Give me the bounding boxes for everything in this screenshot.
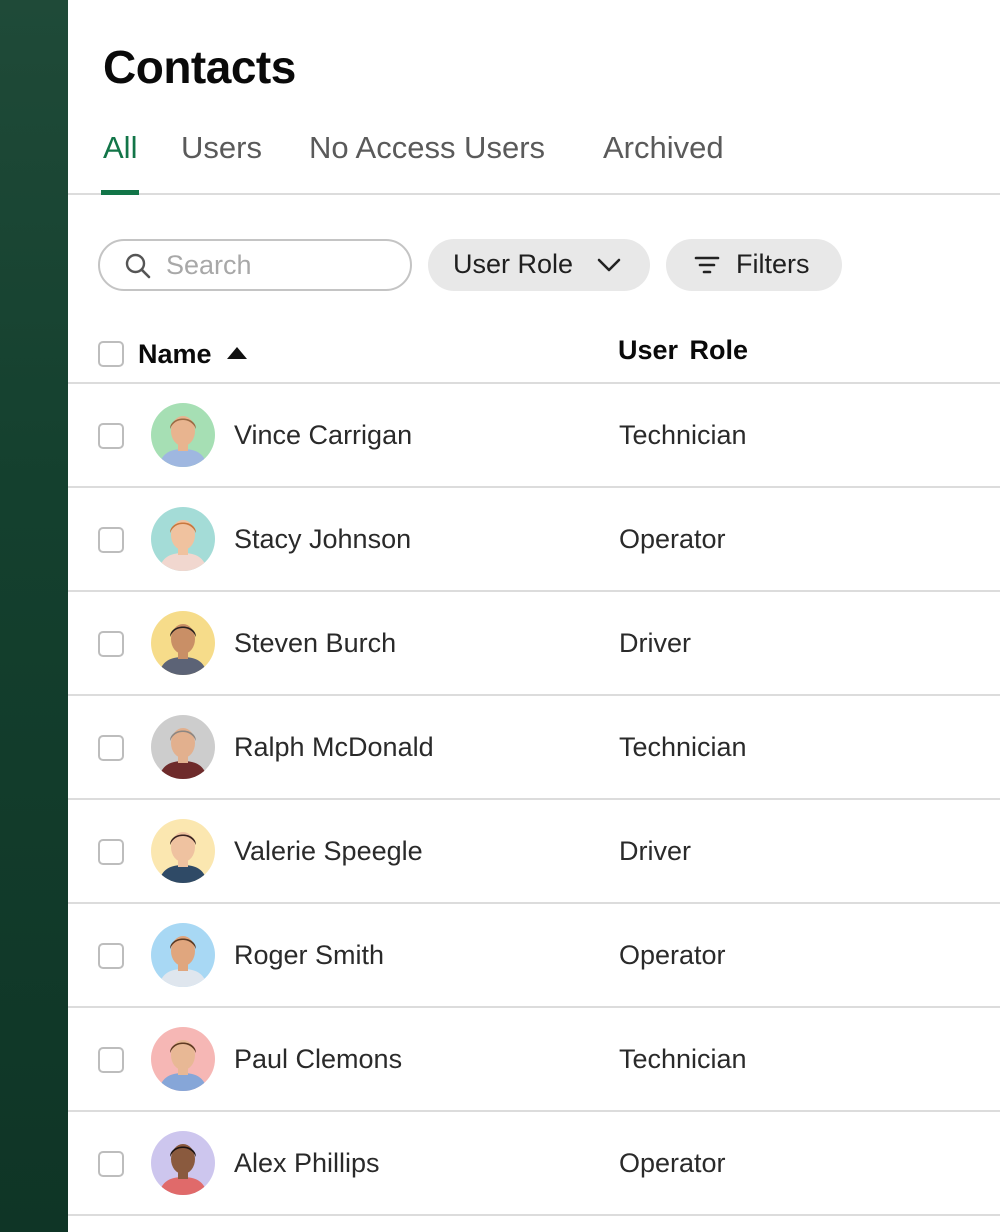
table-row[interactable]: Vince Carrigan Technician xyxy=(68,384,1000,488)
filters-button[interactable]: Filters xyxy=(666,239,842,291)
row-checkbox[interactable] xyxy=(98,527,124,553)
avatar xyxy=(151,1131,215,1195)
table-row[interactable]: Ralph McDonald Technician xyxy=(68,696,1000,800)
row-checkbox[interactable] xyxy=(98,1151,124,1177)
contact-user-role: Operator xyxy=(619,940,726,970)
contact-name[interactable]: Stacy Johnson xyxy=(234,524,411,555)
row-checkbox[interactable] xyxy=(98,839,124,865)
contact-user-role: Technician xyxy=(619,1044,747,1074)
column-header-name[interactable]: Name xyxy=(138,339,212,370)
tab-users[interactable]: Users xyxy=(181,130,262,193)
contact-user-role: Driver xyxy=(619,628,691,658)
select-all-checkbox[interactable] xyxy=(98,341,124,367)
sort-up-icon[interactable] xyxy=(226,346,248,360)
table-row[interactable]: Paul Clemons Technician xyxy=(68,1008,1000,1112)
contact-user-role: Driver xyxy=(619,836,691,866)
contact-user-role: Technician xyxy=(619,732,747,762)
chevron-down-icon xyxy=(597,258,621,272)
contacts-table-body: Vince Carrigan Technician Stacy Johnson Ope… xyxy=(68,384,1000,1216)
tab-bar: All Users No Access Users Archived xyxy=(68,118,1000,195)
contact-user-role: Operator xyxy=(619,524,726,554)
filter-icon xyxy=(694,256,720,274)
contact-name[interactable]: Roger Smith xyxy=(234,940,384,971)
contact-name[interactable]: Valerie Speegle xyxy=(234,836,423,867)
table-row[interactable]: Valerie Speegle Driver xyxy=(68,800,1000,904)
row-checkbox[interactable] xyxy=(98,1047,124,1073)
tab-archived[interactable]: Archived xyxy=(603,130,724,193)
avatar xyxy=(151,403,215,467)
contact-user-role: Operator xyxy=(619,1148,726,1178)
tab-all[interactable]: All xyxy=(100,130,140,195)
toolbar: User Role Filters xyxy=(98,239,998,291)
contact-name[interactable]: Vince Carrigan xyxy=(234,420,412,451)
contact-user-role: Technician xyxy=(619,420,747,450)
contact-name[interactable]: Paul Clemons xyxy=(234,1044,402,1075)
search-icon xyxy=(125,253,151,279)
search-box[interactable] xyxy=(98,239,412,291)
table-row[interactable]: Steven Burch Driver xyxy=(68,592,1000,696)
user-role-dropdown[interactable]: User Role xyxy=(428,239,650,291)
avatar xyxy=(151,715,215,779)
contact-name[interactable]: Steven Burch xyxy=(234,628,396,659)
avatar xyxy=(151,923,215,987)
avatar xyxy=(151,611,215,675)
row-checkbox[interactable] xyxy=(98,423,124,449)
search-input[interactable] xyxy=(166,247,396,283)
column-header-user-role[interactable]: User Role xyxy=(618,335,748,366)
row-checkbox[interactable] xyxy=(98,943,124,969)
table-row[interactable]: Stacy Johnson Operator xyxy=(68,488,1000,592)
avatar xyxy=(151,819,215,883)
filters-button-label: Filters xyxy=(736,249,810,279)
table-row[interactable]: Alex Phillips Operator xyxy=(68,1112,1000,1216)
row-checkbox[interactable] xyxy=(98,631,124,657)
table-row[interactable]: Roger Smith Operator xyxy=(68,904,1000,1008)
main-content: Contacts All Users No Access Users Archi… xyxy=(68,0,1000,1232)
tab-no-access-users[interactable]: No Access Users xyxy=(309,130,545,193)
avatar xyxy=(151,1027,215,1091)
contact-name[interactable]: Ralph McDonald xyxy=(234,732,434,763)
page-title: Contacts xyxy=(103,41,296,93)
table-header: Name User Role xyxy=(68,316,1000,384)
contact-name[interactable]: Alex Phillips xyxy=(234,1148,380,1179)
user-role-dropdown-label: User Role xyxy=(453,249,574,279)
sidebar xyxy=(0,0,68,1232)
avatar xyxy=(151,507,215,571)
row-checkbox[interactable] xyxy=(98,735,124,761)
